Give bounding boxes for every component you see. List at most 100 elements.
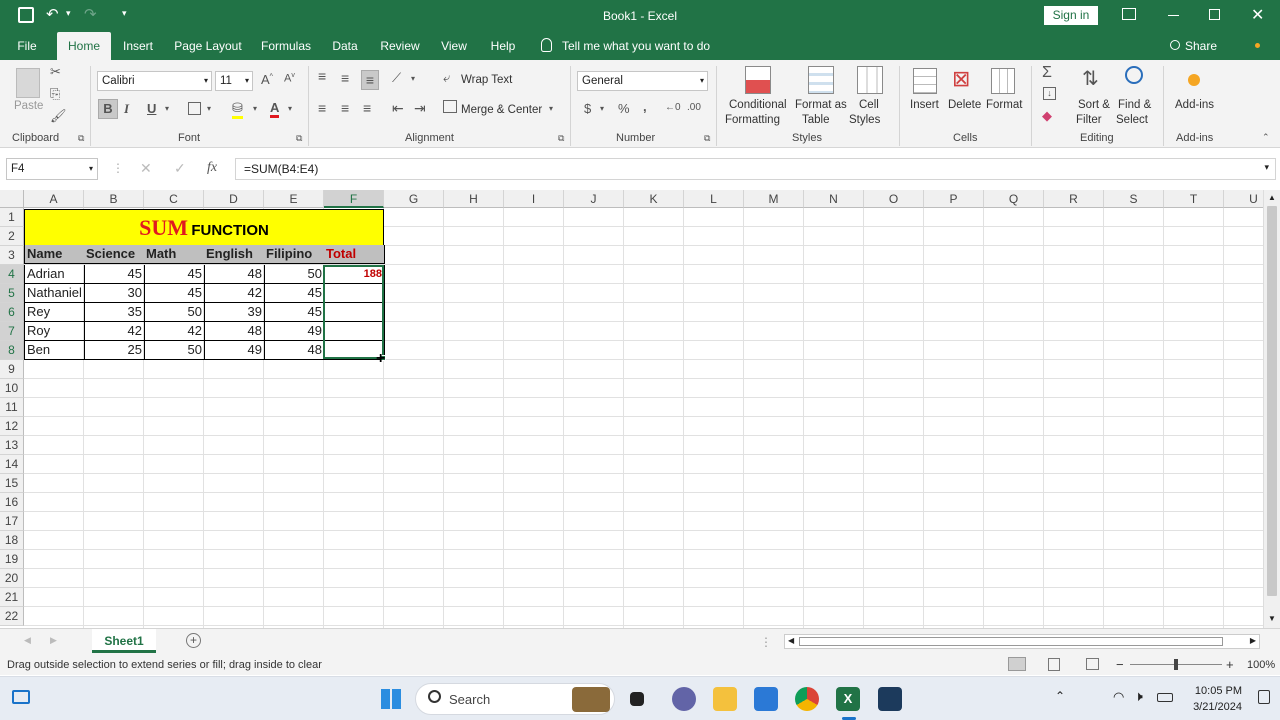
table-cell[interactable]: 45 — [144, 284, 205, 303]
decrease-indent-icon[interactable]: ⇤ — [392, 100, 404, 117]
table-cell[interactable]: 42 — [84, 322, 145, 341]
sign-in-button[interactable]: Sign in — [1044, 6, 1098, 25]
column-header-p[interactable]: P — [924, 190, 984, 208]
table-cell[interactable]: 42 — [144, 322, 205, 341]
format-cells-icon[interactable] — [991, 68, 1015, 94]
sheet-tab-sheet1[interactable]: Sheet1 — [92, 629, 156, 653]
share-button[interactable]: Share — [1184, 32, 1218, 60]
row-header-10[interactable]: 10 — [0, 379, 24, 398]
taskbar-search-box[interactable]: Search — [415, 683, 615, 715]
clock-time[interactable]: 10:05 PM — [1190, 685, 1242, 697]
widgets-icon[interactable] — [12, 690, 30, 704]
column-header-b[interactable]: B — [84, 190, 144, 208]
name-box[interactable]: F4 ▾ — [6, 158, 98, 180]
table-cell[interactable]: 48 — [204, 265, 265, 284]
prev-sheet-icon[interactable]: ◀ — [24, 635, 31, 646]
selection-range[interactable] — [323, 265, 384, 359]
select-all-corner[interactable] — [0, 190, 24, 208]
fill-color-icon[interactable]: ⛁ — [232, 100, 243, 119]
align-middle-icon[interactable]: ≡ — [341, 70, 349, 86]
find-select-line1[interactable]: Find & — [1118, 99, 1151, 111]
worksheet-grid[interactable]: ABCDEFGHIJKLMNOPQRSTU 1 2 3 4 5 6 7 8 9 10 11 12 13 1… — [0, 190, 1280, 628]
tab-page-layout[interactable]: Page Layout — [170, 32, 246, 60]
row-header-16[interactable]: 16 — [0, 493, 24, 512]
font-color-dropdown-icon[interactable]: ▾ — [288, 104, 292, 113]
row-header-18[interactable]: 18 — [0, 531, 24, 550]
format-as-table-line1[interactable]: Format as — [795, 99, 847, 111]
horizontal-scroll-thumb[interactable] — [799, 637, 1223, 646]
vertical-scroll-thumb[interactable] — [1267, 206, 1277, 596]
tab-home[interactable]: Home — [57, 32, 111, 60]
chrome-icon[interactable] — [795, 687, 819, 711]
conditional-formatting-line2[interactable]: Formatting — [725, 114, 780, 126]
excel-taskbar-icon[interactable]: X — [836, 687, 860, 711]
battery-icon[interactable] — [1157, 693, 1173, 702]
row-header-4[interactable]: 4 — [0, 265, 24, 284]
tab-help[interactable]: Help — [484, 32, 522, 60]
row-header-7[interactable]: 7 — [0, 322, 24, 341]
table-cell[interactable]: Roy — [24, 322, 85, 341]
column-header-q[interactable]: Q — [984, 190, 1044, 208]
table-header-cell[interactable]: Name — [24, 245, 85, 264]
app-icon[interactable] — [878, 687, 902, 711]
format-as-table-line2[interactable]: Table — [802, 114, 830, 126]
normal-view-icon[interactable] — [1008, 657, 1026, 671]
wifi-icon[interactable]: ◠ — [1113, 689, 1124, 705]
column-header-f[interactable]: F — [324, 190, 384, 208]
customize-toolbar-icon[interactable]: ▾ — [122, 8, 127, 19]
tab-review[interactable]: Review — [376, 32, 424, 60]
row-header-13[interactable]: 13 — [0, 436, 24, 455]
insert-function-icon[interactable]: fx — [207, 160, 217, 176]
zoom-in-icon[interactable]: + — [1226, 657, 1234, 672]
tab-split-icon[interactable]: ⋮ — [760, 635, 772, 649]
number-format-select[interactable]: General ▾ — [577, 71, 708, 91]
font-launcher-icon[interactable]: ⧉ — [296, 133, 302, 144]
scroll-down-icon[interactable]: ▼ — [1268, 614, 1276, 623]
table-cell[interactable]: 45 — [264, 284, 325, 303]
store-icon[interactable] — [754, 687, 778, 711]
autosum-icon[interactable]: Σ — [1042, 64, 1052, 82]
increase-font-icon[interactable]: A^ — [261, 72, 273, 87]
paste-button-label[interactable]: Paste — [14, 100, 43, 112]
row-header-20[interactable]: 20 — [0, 569, 24, 588]
column-header-a[interactable]: A — [24, 190, 84, 208]
conditional-formatting-line1[interactable]: Conditional — [729, 99, 787, 111]
column-header-k[interactable]: K — [624, 190, 684, 208]
format-as-table-icon[interactable] — [808, 66, 834, 94]
table-cell[interactable]: 35 — [84, 303, 145, 322]
accounting-format-icon[interactable]: $ — [584, 101, 591, 116]
delete-cells-button[interactable]: Delete — [948, 99, 981, 111]
column-header-o[interactable]: O — [864, 190, 924, 208]
column-header-r[interactable]: R — [1044, 190, 1104, 208]
find-select-line2[interactable]: Select — [1116, 114, 1148, 126]
vertical-scrollbar[interactable]: ▲ ▼ — [1263, 190, 1280, 628]
bold-icon[interactable]: B — [98, 99, 118, 119]
close-icon[interactable]: ✕ — [1251, 5, 1264, 25]
table-cell[interactable]: 45 — [264, 303, 325, 322]
borders-icon[interactable] — [188, 102, 201, 115]
row-header-6[interactable]: 6 — [0, 303, 24, 322]
zoom-level[interactable]: 100% — [1247, 659, 1275, 671]
clipboard-launcher-icon[interactable]: ⧉ — [78, 133, 84, 144]
tab-view[interactable]: View — [436, 32, 472, 60]
table-cell[interactable]: 30 — [84, 284, 145, 303]
column-header-h[interactable]: H — [444, 190, 504, 208]
conditional-formatting-icon[interactable] — [745, 66, 771, 94]
align-top-icon[interactable]: ≡ — [318, 68, 326, 84]
increase-decimal-icon[interactable]: ←0 — [665, 102, 681, 113]
alignment-launcher-icon[interactable]: ⧉ — [558, 133, 564, 144]
tab-data[interactable]: Data — [326, 32, 364, 60]
align-bottom-icon[interactable]: ≡ — [361, 70, 379, 90]
table-cell[interactable]: 25 — [84, 341, 145, 360]
column-header-t[interactable]: T — [1164, 190, 1224, 208]
undo-icon[interactable]: ↶ — [46, 5, 59, 23]
row-header-8[interactable]: 8 — [0, 341, 24, 360]
row-header-22[interactable]: 22 — [0, 607, 24, 626]
table-header-cell[interactable]: Total — [324, 245, 385, 264]
table-cell[interactable]: Rey — [24, 303, 85, 322]
font-name-select[interactable]: Calibri ▾ — [97, 71, 212, 91]
ribbon-display-icon[interactable] — [1122, 8, 1136, 20]
percent-style-icon[interactable]: % — [618, 101, 630, 116]
table-cell[interactable]: 50 — [264, 265, 325, 284]
fill-icon[interactable]: ↓ — [1043, 87, 1056, 100]
